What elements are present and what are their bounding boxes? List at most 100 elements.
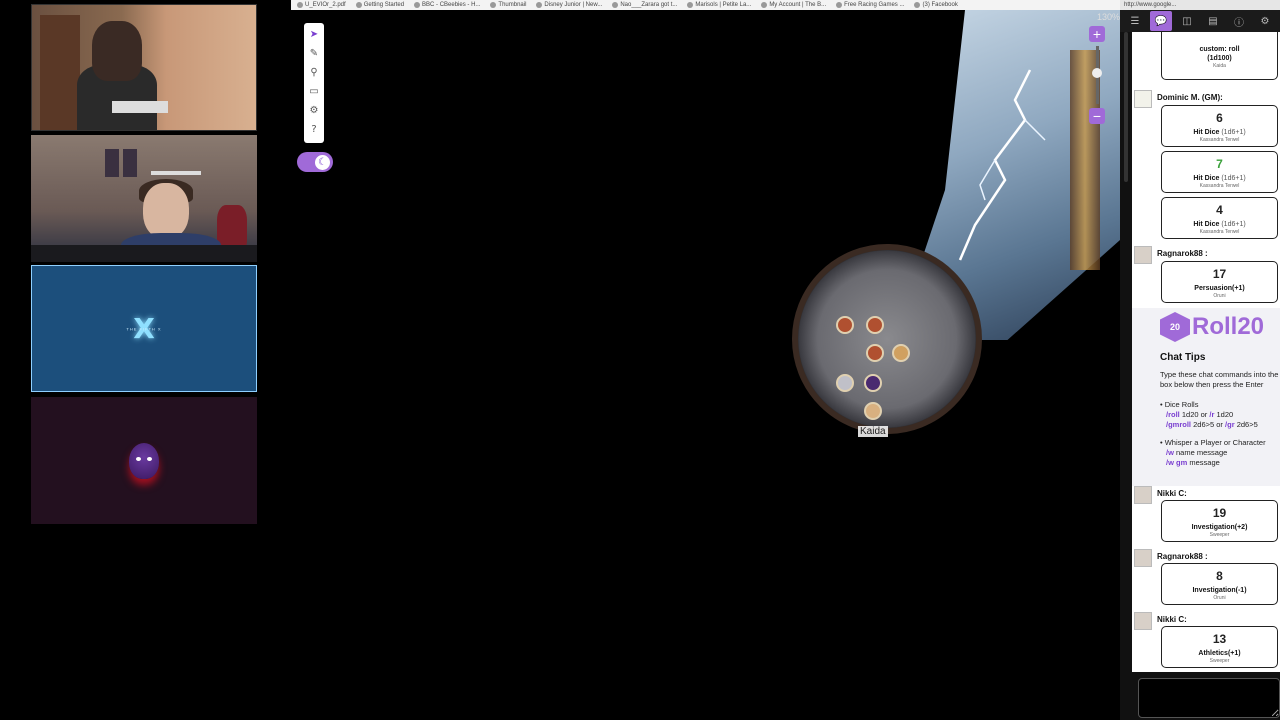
- chat-tips-title: Chat Tips: [1160, 352, 1206, 363]
- roll-result[interactable]: 13: [1162, 632, 1277, 646]
- bookmark[interactable]: Free Racing Games ...: [836, 2, 904, 8]
- user-avatar: [1134, 90, 1152, 108]
- sender-name: Nikki C:: [1157, 615, 1187, 624]
- roll-character: Oruni: [1213, 595, 1226, 601]
- map-canvas[interactable]: Kaida: [780, 10, 1120, 460]
- map-token[interactable]: [836, 316, 854, 334]
- roll-result[interactable]: 4: [1162, 203, 1277, 217]
- roll-result[interactable]: 8: [1162, 569, 1277, 583]
- user-avatar: [1134, 246, 1152, 264]
- roll-card: 6 Hit Dice (1d6+1) Kassandra Terwel: [1161, 105, 1278, 147]
- tip-roll-command: /roll 1d20 or /r 1d20: [1166, 410, 1234, 419]
- map-token[interactable]: [864, 374, 882, 392]
- cursor-arrow-icon[interactable]: ➤: [307, 27, 321, 42]
- avatar-eye: [136, 456, 141, 461]
- roll20-logo: 20 Roll20: [1160, 312, 1264, 342]
- background-door: [40, 15, 80, 130]
- bookmark-favicon-icon: [355, 2, 362, 8]
- roll-card: 8 Investigation(-1) Oruni: [1161, 563, 1278, 605]
- bookmark[interactable]: (3) Facebook: [914, 2, 958, 8]
- video-tile-logo[interactable]: X THE FIFTH X: [31, 265, 257, 392]
- art-library-icon[interactable]: ◫: [1176, 11, 1198, 31]
- sender-name: Dominic M. (GM):: [1157, 93, 1223, 102]
- roll-character: Sweeper: [1209, 532, 1230, 538]
- avatar-eye: [147, 456, 152, 461]
- map-token[interactable]: [866, 316, 884, 334]
- roll-result[interactable]: 7: [1162, 157, 1277, 171]
- video-tile-player-2[interactable]: [31, 135, 257, 262]
- dark-mode-toggle[interactable]: ☾: [297, 152, 333, 172]
- roll-label: Investigation(-1): [1192, 587, 1247, 594]
- video-tile-avatar[interactable]: [31, 397, 257, 524]
- d20-icon: 20: [1160, 312, 1190, 342]
- bookmark-favicon-icon: [297, 2, 303, 8]
- scrollbar[interactable]: [1124, 32, 1128, 182]
- bookmark[interactable]: U_EVIOr_2.pdf: [297, 2, 346, 8]
- user-avatar: [1134, 549, 1152, 567]
- settings-icon[interactable]: ⚙: [1254, 11, 1276, 31]
- zoom-in-button[interactable]: +: [1089, 26, 1105, 42]
- map-token[interactable]: [866, 344, 884, 362]
- wall-poster: [123, 149, 137, 177]
- bookmark-favicon-icon: [687, 2, 694, 8]
- round-tower-room: [792, 244, 982, 434]
- help-icon[interactable]: ?: [307, 122, 321, 137]
- chat-icon[interactable]: 💬: [1150, 11, 1172, 31]
- roll-card: 4 Hit Dice (1d6+1) Kassandra Terwel: [1161, 197, 1278, 239]
- bookmark[interactable]: Disney Junior | New...: [536, 2, 602, 8]
- chat-log[interactable]: custom: roll (1d100) Kaida Dominic M. (G…: [1132, 32, 1280, 672]
- bookmark[interactable]: Getting Started: [355, 2, 404, 8]
- info-icon[interactable]: ⓘ: [1228, 11, 1250, 31]
- tip-whisper-command: /w name message: [1166, 448, 1228, 457]
- roll-result[interactable]: 19: [1162, 506, 1277, 520]
- video-tile-player-1[interactable]: [31, 4, 257, 131]
- roll-card: 7 Hit Dice (1d6+1) Kassandra Terwel: [1161, 151, 1278, 193]
- roll-character: Kassandra Terwel: [1199, 183, 1240, 189]
- map-token[interactable]: [864, 402, 882, 420]
- roll-label: Hit Dice (1d6+1): [1193, 175, 1246, 182]
- roll-card: custom: roll (1d100) Kaida: [1161, 32, 1278, 80]
- purple-creature-avatar-icon: [129, 442, 159, 479]
- bookmark[interactable]: Marisols | Petite La...: [687, 2, 751, 8]
- token-name-label: Kaida: [858, 426, 888, 437]
- roll-result[interactable]: 17: [1162, 267, 1277, 281]
- menu-icon[interactable]: ☰: [1124, 11, 1146, 31]
- bookmarks-bar: U_EVIOr_2.pdf Getting Started BBC - CBee…: [291, 0, 1120, 10]
- pencil-icon[interactable]: ✎: [307, 46, 321, 61]
- bookmark[interactable]: Thumbnail: [490, 2, 526, 8]
- bookmark[interactable]: My Account | The B...: [761, 2, 826, 8]
- journal-icon[interactable]: ▤: [1202, 11, 1224, 31]
- roll-character: Kassandra Terwel: [1199, 137, 1240, 143]
- tip-dice-rolls: • Dice Rolls: [1160, 400, 1199, 409]
- ruler-icon[interactable]: ▭: [307, 84, 321, 99]
- user-avatar: [1134, 612, 1152, 630]
- tip-whisper: • Whisper a Player or Character: [1160, 438, 1266, 447]
- chat-tips-panel: 20 Roll20 Chat Tips Type these chat comm…: [1132, 308, 1280, 486]
- screen: U_EVIOr_2.pdf Getting Started BBC - CBee…: [0, 0, 1280, 720]
- bookmark[interactable]: BBC - CBeebies - H...: [414, 2, 480, 8]
- chat-input[interactable]: [1138, 678, 1280, 718]
- gear-icon[interactable]: ⚙: [307, 103, 321, 118]
- map-toolbar: ➤ ✎ ⚲ ▭ ⚙ ?: [304, 23, 324, 143]
- bookmark-favicon-icon: [490, 2, 497, 8]
- roll-character: Kassandra Terwel: [1199, 229, 1240, 235]
- bookmark-favicon-icon: [414, 2, 421, 8]
- map-token[interactable]: [836, 374, 854, 392]
- magnifier-icon[interactable]: ⚲: [307, 65, 321, 80]
- roll-label: Hit Dice (1d6+1): [1193, 129, 1246, 136]
- bookmark[interactable]: Nao___Zarara got t...: [612, 2, 677, 8]
- sender-name: Ragnarok88 :: [1157, 552, 1208, 561]
- roll-character: Oruni: [1213, 293, 1226, 299]
- roll-label: Investigation(+2): [1191, 524, 1248, 531]
- bookmark-favicon-icon: [612, 2, 619, 8]
- zoom-out-button[interactable]: −: [1089, 108, 1105, 124]
- roll-character: Sweeper: [1209, 658, 1230, 664]
- wall-poster: [105, 149, 119, 177]
- player-head: [92, 21, 142, 81]
- roll-result[interactable]: 6: [1162, 111, 1277, 125]
- map-token[interactable]: [892, 344, 910, 362]
- bookmark-favicon-icon: [836, 2, 843, 8]
- zoom-slider-handle[interactable]: [1092, 68, 1102, 78]
- bookmark-favicon-icon: [761, 2, 768, 8]
- chat-tips-list: • Dice Rolls /roll 1d20 or /r 1d20 /gmro…: [1160, 400, 1280, 468]
